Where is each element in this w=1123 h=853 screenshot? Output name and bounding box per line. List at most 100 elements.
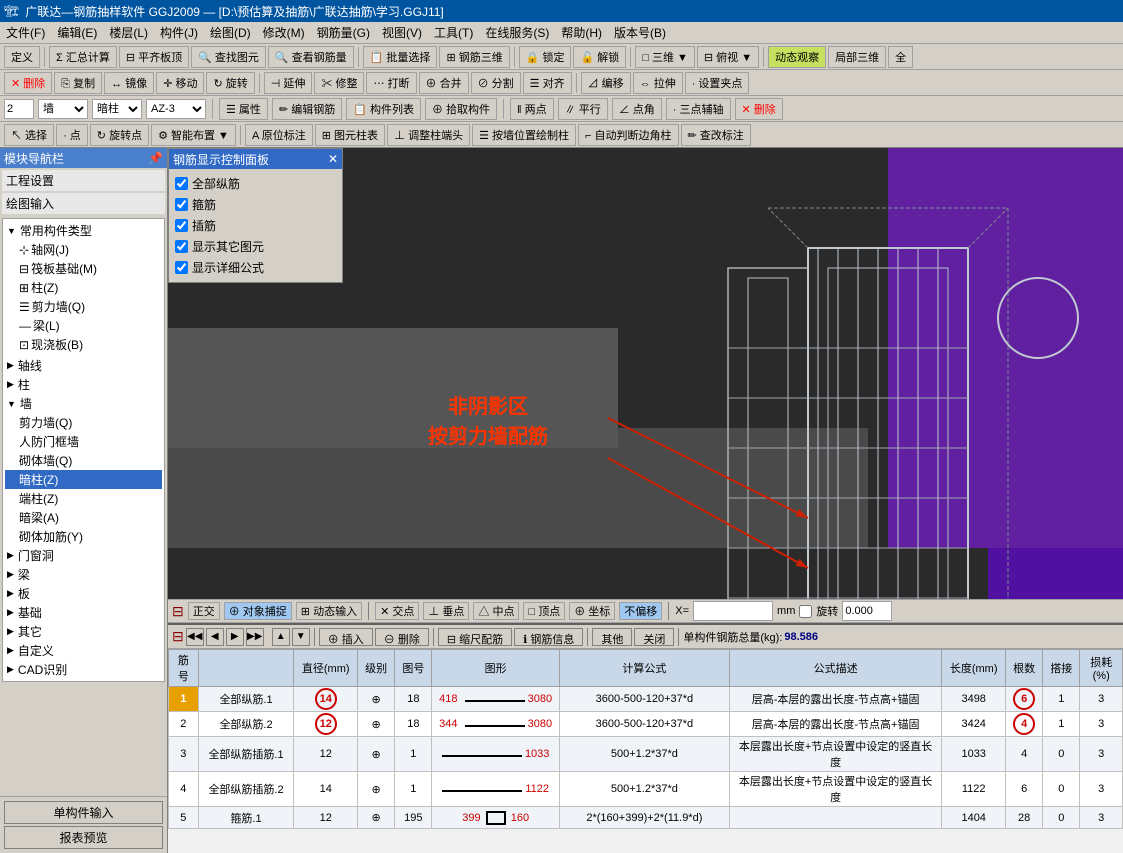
tree-common-types[interactable]: ▼ 常用构件类型 (5, 221, 162, 240)
cb-show-others[interactable]: 显示其它图元 (175, 236, 336, 257)
btn-offset[interactable]: ⊿ 编移 (581, 72, 631, 94)
btn-modify-mark[interactable]: ✏ 查改标注 (681, 124, 751, 146)
cb-detail-formula[interactable]: 显示详细公式 (175, 257, 336, 278)
tree-wall-group[interactable]: ▼ 墙 (5, 394, 162, 413)
table-row[interactable]: 4 全部纵筋插筋.2 14 ⊕ 1 1122 500+1.2*37*d (169, 772, 1123, 807)
btn-no-offset[interactable]: 不偏移 (619, 602, 662, 620)
btn-rebar-info[interactable]: ℹ 钢筋信息 (514, 628, 583, 646)
btn-endpoint[interactable]: □ 顶点 (523, 602, 565, 620)
btn-mirror[interactable]: ↔ 镜像 (104, 72, 154, 94)
btn-copy[interactable]: ⎘ 复制 (54, 72, 102, 94)
btn-move[interactable]: ✛ 移动 (156, 72, 204, 94)
btn-close-bottom[interactable]: 关闭 (634, 628, 674, 646)
tree-others[interactable]: ▶ 其它 (5, 622, 162, 641)
btn-rotate-point[interactable]: ↻ 旋转点 (90, 124, 149, 146)
tree-col-group[interactable]: ▶ 柱 (5, 375, 162, 394)
btn-calc-total[interactable]: Σ 汇总计算 (49, 46, 117, 68)
btn-batch-select[interactable]: 📋 批量选择 (363, 46, 438, 68)
btn-view-rebar[interactable]: 🔍 查看钢筋量 (268, 46, 354, 68)
btn-elem-col-table[interactable]: ⊞ 图元柱表 (315, 124, 385, 146)
btn-3d[interactable]: □ 三维 ▼ (635, 46, 695, 68)
btn-capture[interactable]: ⊕ 对象捕捉 (224, 602, 292, 620)
btn-full[interactable]: 全 (888, 46, 913, 68)
btn-stretch[interactable]: ⇔ 拉伸 (633, 72, 683, 94)
btn-two-points[interactable]: ‖ 两点 (510, 98, 554, 120)
btn-first[interactable]: ◀◀ (186, 628, 204, 646)
menu-version[interactable]: 版本号(B) (608, 22, 672, 43)
btn-other[interactable]: 其他 (592, 628, 632, 646)
tree-slab[interactable]: ⊡ 现浇板(B) (5, 335, 162, 354)
tree-anti-blast-wall[interactable]: 人防门框墙 (5, 432, 162, 451)
table-row[interactable]: 2 全部纵筋.2 12 ⊕ 18 344 3080 (169, 712, 1123, 737)
rotate-checkbox[interactable] (799, 605, 812, 618)
btn-rotate[interactable]: ↻ 旋转 (206, 72, 254, 94)
btn-pick-component[interactable]: ⊕ 拾取构件 (425, 98, 497, 120)
btn-intersection[interactable]: ✕ 交点 (375, 602, 419, 620)
tree-shear-wall2[interactable]: 剪力墙(Q) (5, 413, 162, 432)
btn-flat-top[interactable]: ⊟ 平齐板顶 (119, 46, 189, 68)
btn-edit-rebar[interactable]: ✏ 编辑钢筋 (272, 98, 342, 120)
tree-shear-wall[interactable]: ☰ 剪力墙(Q) (5, 297, 162, 316)
btn-split[interactable]: ⊘ 分割 (471, 72, 521, 94)
btn-up[interactable]: ▲ (272, 628, 290, 646)
rebar-panel-close-icon[interactable]: ✕ (328, 152, 338, 166)
btn-unlock[interactable]: 🔓 解锁 (573, 46, 626, 68)
col-type-select[interactable]: 暗柱 (92, 99, 142, 119)
btn-three-points-aux[interactable]: · 三点辅轴 (666, 98, 731, 120)
btn-dynamic-input[interactable]: ⊞ 动态输入 (296, 602, 362, 620)
nav-engineering-setup[interactable]: 工程设置 (2, 170, 165, 191)
nav-draw-input[interactable]: 绘图输入 (2, 193, 165, 214)
menu-element[interactable]: 构件(J) (154, 22, 204, 43)
btn-insert-row[interactable]: ⊕ 插入 (319, 628, 373, 646)
btn-auto-corner-col[interactable]: ⌐ 自动判断边角柱 (578, 124, 678, 146)
btn-original-mark[interactable]: A 原位标注 (245, 124, 313, 146)
btn-point-draw[interactable]: · 点 (56, 124, 88, 146)
btn-break[interactable]: ⋯ 打断 (366, 72, 416, 94)
tree-raft[interactable]: ⊟ 筏板基础(M) (5, 259, 162, 278)
btn-delete[interactable]: ✕ 删除 (4, 72, 52, 94)
tree-hidden-beam[interactable]: 暗梁(A) (5, 508, 162, 527)
tree-beam[interactable]: — 梁(L) (5, 316, 162, 335)
btn-set-grip[interactable]: · 设置夹点 (685, 72, 750, 94)
tree-end-col[interactable]: 端柱(Z) (5, 489, 162, 508)
tree-masonry-rebar[interactable]: 砌体加筋(Y) (5, 527, 162, 546)
btn-select[interactable]: ↖ 选择 (4, 124, 54, 146)
rotate-value-input[interactable] (842, 601, 892, 621)
btn-delete-aux[interactable]: ✕ 删除 (735, 98, 783, 120)
tree-foundation[interactable]: ▶ 基础 (5, 603, 162, 622)
btn-top-view[interactable]: ⊟ 俯视 ▼ (697, 46, 759, 68)
btn-scale-rebar[interactable]: ⊟ 缩尺配筋 (438, 628, 512, 646)
btn-find-elem[interactable]: 🔍 查找图元 (191, 46, 266, 68)
tree-column[interactable]: ⊞ 柱(Z) (5, 278, 162, 297)
menu-tools[interactable]: 工具(T) (428, 22, 479, 43)
tree-cad[interactable]: ▶ CAD识别 (5, 660, 162, 679)
btn-report-preview[interactable]: 报表预览 (4, 826, 163, 849)
btn-smart-layout[interactable]: ⚙ 智能布置 ▼ (151, 124, 236, 146)
menu-floor[interactable]: 楼层(L) (103, 22, 154, 43)
tree-axis-group[interactable]: ▶ 轴线 (5, 356, 162, 375)
menu-draw[interactable]: 绘图(D) (204, 22, 257, 43)
btn-single-input[interactable]: 单构件输入 (4, 801, 163, 824)
table-row[interactable]: 3 全部纵筋插筋.1 12 ⊕ 1 1033 500+1.2*37*d (169, 737, 1123, 772)
btn-dynamic-view[interactable]: 动态观察 (768, 46, 826, 68)
btn-vertical[interactable]: ⊥ 垂点 (423, 602, 469, 620)
cb-all-longitudinal[interactable]: 全部纵筋 (175, 173, 336, 194)
btn-component-list[interactable]: 📋 构件列表 (346, 98, 421, 120)
btn-midpoint[interactable]: △ 中点 (473, 602, 519, 620)
btn-down[interactable]: ▼ (292, 628, 310, 646)
tree-custom[interactable]: ▶ 自定义 (5, 641, 162, 660)
x-value-input[interactable] (693, 601, 773, 621)
btn-extend[interactable]: ⊣ 延伸 (264, 72, 313, 94)
btn-local-3d[interactable]: 局部三维 (828, 46, 886, 68)
tree-slab-group[interactable]: ▶ 板 (5, 584, 162, 603)
btn-prev[interactable]: ◀ (206, 628, 224, 646)
btn-last[interactable]: ▶▶ (246, 628, 264, 646)
btn-delete-row[interactable]: ⊖ 删除 (375, 628, 429, 646)
btn-next[interactable]: ▶ (226, 628, 244, 646)
menu-online[interactable]: 在线服务(S) (479, 22, 555, 43)
btn-define[interactable]: 定义 (4, 46, 40, 68)
tree-door-window[interactable]: ▶ 门窗洞 (5, 546, 162, 565)
menu-rebar-qty[interactable]: 钢筋量(G) (311, 22, 376, 43)
btn-lock[interactable]: 🔒 锁定 (519, 46, 572, 68)
tree-masonry-wall[interactable]: 砌体墙(Q) (5, 451, 162, 470)
